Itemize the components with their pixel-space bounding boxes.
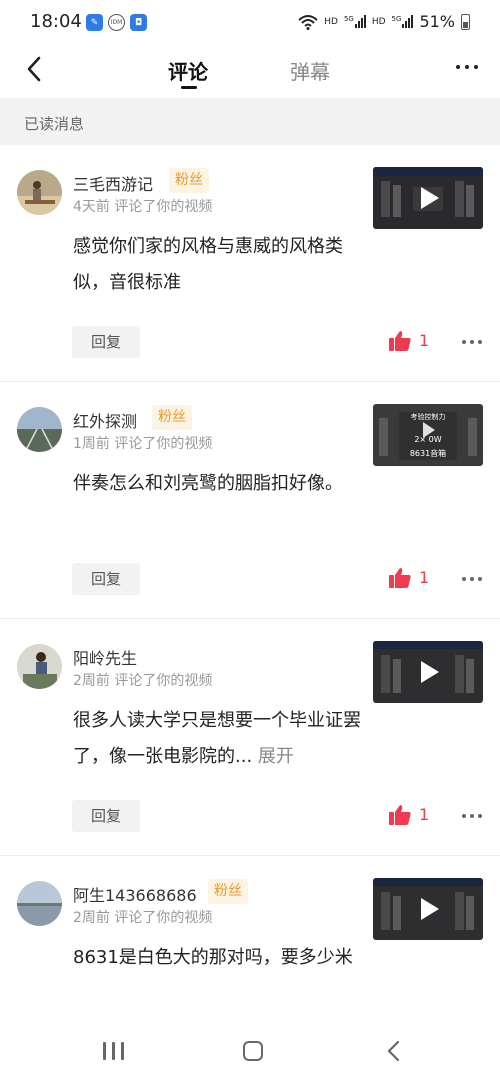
header: 评论 弹幕 — [0, 46, 500, 96]
video-thumbnail[interactable] — [373, 641, 483, 703]
more-dots-icon[interactable] — [462, 814, 482, 818]
reply-button[interactable]: 回复 — [72, 563, 140, 595]
avatar[interactable] — [17, 644, 62, 689]
shield-app-icon: ◘ — [130, 14, 147, 31]
username[interactable]: 阿生143668686 — [73, 882, 197, 906]
comment-meta: 4天前 评论了你的视频 — [73, 199, 213, 215]
status-time: 18:04 — [30, 11, 82, 32]
like-count: 1 — [419, 568, 430, 587]
chevron-left-icon[interactable] — [22, 54, 46, 84]
reply-button[interactable]: 回复 — [72, 800, 140, 832]
comment-item: 阿生143668686 粉丝 2周前 评论了你的视频 8631是白色大的那对吗，… — [0, 856, 500, 1020]
username[interactable]: 红外探测 — [73, 408, 137, 432]
fan-badge: 粉丝 — [169, 168, 209, 193]
signal-strength-icon: 5G — [344, 15, 366, 28]
reply-button[interactable]: 回复 — [72, 326, 140, 358]
comment-meta: 1周前 评论了你的视频 — [73, 436, 213, 452]
fan-badge: 粉丝 — [152, 405, 192, 430]
comment-item: 红外探测 粉丝 1周前 评论了你的视频 伴奏怎么和刘亮鹭的胭脂扣好像。 考验控制… — [0, 382, 500, 619]
more-dots-icon[interactable] — [456, 65, 478, 69]
active-tab-indicator — [181, 86, 197, 89]
comment-meta: 2周前 评论了你的视频 — [73, 910, 213, 926]
expand-link[interactable]: 展开 — [258, 746, 294, 767]
like-count: 1 — [419, 805, 430, 824]
comment-text: 感觉你们家的风格与惠威的风格类似，音很标准 — [73, 236, 343, 293]
username[interactable]: 三毛西游记 — [73, 171, 153, 195]
thumbs-up-icon[interactable] — [388, 803, 412, 827]
edit-app-icon: ✎ — [86, 14, 103, 31]
thumbnail-caption: 8631音箱 — [410, 448, 446, 458]
comment-item: 三毛西游记 粉丝 4天前 评论了你的视频 感觉你们家的风格与惠威的风格类似，音很… — [0, 145, 500, 382]
thumbnail-caption: 考验控制力 — [411, 412, 446, 421]
tab-danmaku[interactable]: 弹幕 — [290, 56, 330, 85]
network-label-hd-2: HD — [371, 16, 386, 27]
comment-item: 阳岭先生 2周前 评论了你的视频 很多人读大学只是想要一个毕业证罢了，像一张电影… — [0, 619, 500, 856]
section-label: 已读消息 — [0, 98, 500, 145]
back-icon[interactable] — [385, 1040, 401, 1062]
signal-strength-icon: 5G — [392, 15, 414, 28]
more-dots-icon[interactable] — [462, 340, 482, 344]
more-dots-icon[interactable] — [462, 577, 482, 581]
status-app-icons: ✎ IDM ◘ — [86, 14, 147, 31]
battery-percent: 51% — [419, 12, 455, 31]
video-thumbnail[interactable]: 考验控制力 2× 0W 8631音箱 — [373, 404, 483, 466]
thumbs-up-icon[interactable] — [388, 566, 412, 590]
like-count: 1 — [419, 331, 430, 350]
thumbnail-caption: 2× 0W — [414, 435, 441, 444]
username[interactable]: 阳岭先生 — [73, 645, 137, 669]
home-icon[interactable] — [243, 1041, 263, 1061]
avatar[interactable] — [17, 881, 62, 926]
avatar[interactable] — [17, 407, 62, 452]
wifi-icon — [298, 14, 318, 30]
system-nav-bar — [0, 1020, 500, 1083]
status-indicators: HD 5G HD 5G 51% — [298, 12, 470, 31]
tab-comments[interactable]: 评论 — [168, 56, 208, 85]
fan-badge: 粉丝 — [208, 879, 248, 904]
thumbs-up-icon[interactable] — [388, 329, 412, 353]
comment-text: 伴奏怎么和刘亮鹭的胭脂扣好像。 — [73, 473, 343, 494]
comment-meta: 2周前 评论了你的视频 — [73, 673, 213, 689]
status-bar: 18:04 ✎ IDM ◘ HD 5G HD 5G 51% — [0, 0, 500, 46]
comment-text: 很多人读大学只是想要一个毕业证罢了，像一张电影院的... 展开 — [73, 710, 361, 767]
network-label-hd-1: HD — [324, 16, 338, 27]
idm-app-icon: IDM — [108, 14, 125, 31]
avatar[interactable] — [17, 170, 62, 215]
recent-apps-icon[interactable] — [103, 1042, 124, 1060]
video-thumbnail[interactable] — [373, 167, 483, 229]
battery-icon — [461, 13, 470, 30]
video-thumbnail[interactable] — [373, 878, 483, 940]
comment-text: 8631是白色大的那对吗，要多少米 — [73, 947, 353, 968]
